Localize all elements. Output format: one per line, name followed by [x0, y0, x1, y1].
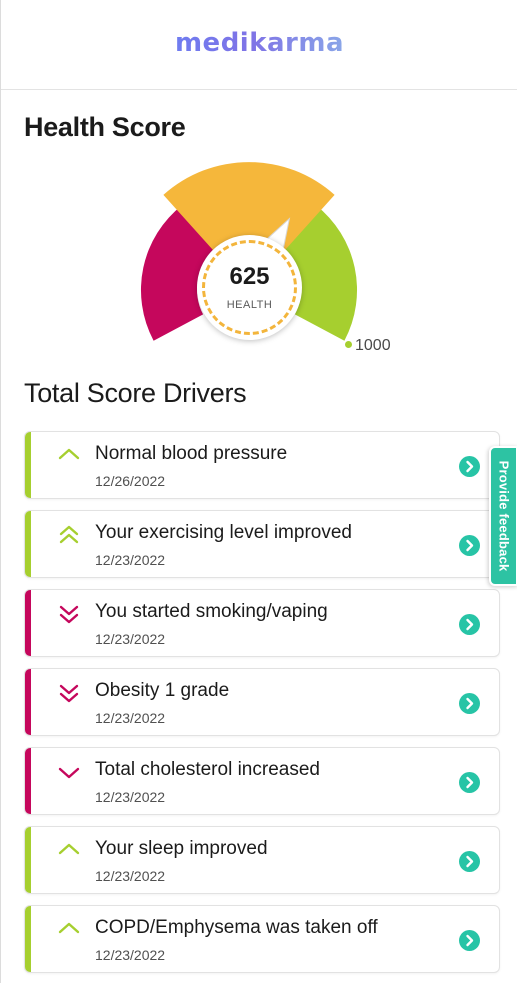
driver-status-bar: [25, 432, 31, 498]
driver-status-bar: [25, 748, 31, 814]
driver-date: 12/23/2022: [95, 947, 166, 963]
score-driver-card[interactable]: Normal blood pressure 12/26/2022: [24, 431, 500, 499]
gauge-max-dot-icon: [345, 341, 352, 348]
driver-title: Obesity 1 grade: [95, 680, 230, 701]
driver-date: 12/23/2022: [95, 868, 166, 884]
double-chevron-down-icon: [57, 681, 81, 705]
driver-title: Your sleep improved: [95, 838, 268, 859]
app-frame: medikarma Health Score 625 HEALTH 1000 T…: [0, 0, 517, 983]
driver-status-bar: [25, 511, 31, 577]
driver-details-button[interactable]: [459, 693, 480, 714]
score-driver-card[interactable]: Your exercising level improved 12/23/2022: [24, 510, 500, 578]
driver-status-bar: [25, 590, 31, 656]
score-driver-card[interactable]: Your sleep improved 12/23/2022: [24, 826, 500, 894]
score-driver-card[interactable]: Obesity 1 grade 12/23/2022: [24, 668, 500, 736]
score-driver-card[interactable]: COPD/Emphysema was taken off 12/23/2022: [24, 905, 500, 973]
provide-feedback-label: Provide feedback: [496, 460, 511, 572]
chevron-right-icon: [466, 618, 474, 631]
driver-details-button[interactable]: [459, 851, 480, 872]
driver-details-button[interactable]: [459, 456, 480, 477]
driver-details-button[interactable]: [459, 535, 480, 556]
driver-date: 12/23/2022: [95, 710, 166, 726]
chevron-right-icon: [466, 539, 474, 552]
driver-status-bar: [25, 669, 31, 735]
score-driver-card[interactable]: You started smoking/vaping 12/23/2022: [24, 589, 500, 657]
driver-title: You started smoking/vaping: [95, 601, 328, 622]
chevron-right-icon: [466, 697, 474, 710]
driver-title: Your exercising level improved: [95, 522, 352, 543]
score-label: HEALTH: [226, 299, 273, 311]
app-header: medikarma: [1, 0, 517, 90]
driver-details-button[interactable]: [459, 930, 480, 951]
driver-date: 12/26/2022: [95, 473, 166, 489]
chevron-right-icon: [466, 460, 474, 473]
health-score-title: Health Score: [24, 112, 186, 142]
provide-feedback-tab[interactable]: Provide feedback: [489, 446, 517, 586]
driver-title: Total cholesterol increased: [95, 759, 320, 780]
gauge-max-value: 1000: [355, 337, 391, 354]
chevron-right-icon: [466, 855, 474, 868]
driver-title: Normal blood pressure: [95, 443, 288, 464]
chevron-down-icon: [57, 760, 81, 784]
double-chevron-up-icon: [57, 523, 81, 547]
driver-title: COPD/Emphysema was taken off: [95, 917, 378, 938]
chevron-right-icon: [466, 934, 474, 947]
score-drivers-title: Total Score Drivers: [24, 378, 247, 408]
score-value: 625: [229, 263, 270, 290]
driver-date: 12/23/2022: [95, 789, 166, 805]
score-badge: 625 HEALTH: [197, 235, 302, 340]
chevron-up-icon: [57, 444, 81, 468]
score-driver-card[interactable]: Total cholesterol increased 12/23/2022: [24, 747, 500, 815]
driver-status-bar: [25, 827, 31, 893]
driver-status-bar: [25, 906, 31, 972]
brand-logo-text: medikarma: [174, 28, 345, 58]
chevron-up-icon: [57, 918, 81, 942]
chevron-up-icon: [57, 839, 81, 863]
driver-details-button[interactable]: [459, 772, 480, 793]
driver-date: 12/23/2022: [95, 631, 166, 647]
driver-date: 12/23/2022: [95, 552, 166, 568]
gauge-max-label: 1000: [345, 337, 391, 355]
double-chevron-down-icon: [57, 602, 81, 626]
brand-logo[interactable]: medikarma: [1, 28, 517, 58]
driver-details-button[interactable]: [459, 614, 480, 635]
chevron-right-icon: [466, 776, 474, 789]
